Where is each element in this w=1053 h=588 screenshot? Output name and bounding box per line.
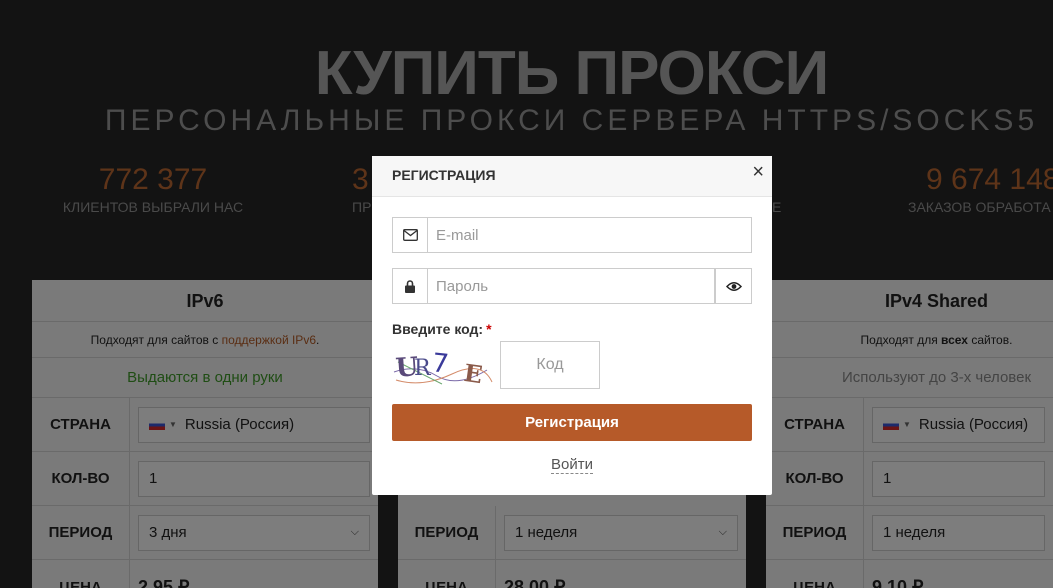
- period-value: 1 неделя: [883, 524, 946, 541]
- stat-label: ЗАКАЗОВ ОБРАБОТА: [908, 199, 1051, 215]
- price-row: ЦЕНА 28.00 ₽: [398, 560, 746, 588]
- login-link-wrap: Войти: [372, 456, 772, 474]
- captcha-code-input[interactable]: [500, 341, 600, 389]
- captcha-label-text: Введите код:: [392, 321, 484, 337]
- period-select[interactable]: 3 дня ⌵: [138, 514, 370, 551]
- eye-icon[interactable]: [715, 268, 752, 304]
- desc-text: Подходят для: [860, 333, 942, 347]
- email-input-group: [392, 217, 752, 253]
- price-label: ЦЕНА: [766, 560, 864, 588]
- stat-label: ПР: [352, 199, 372, 215]
- price-value: 28.00 ₽: [504, 576, 566, 588]
- country-row: СТРАНА ▼ Russia (Россия): [32, 398, 378, 452]
- captcha-image: U R 7 E: [392, 342, 494, 390]
- stat-label: КЛИЕНТОВ ВЫБРАЛИ НАС: [62, 199, 244, 215]
- product-card-ipv4-shared: IPv4 Shared Подходят для всех сайтов. Ис…: [766, 280, 1053, 588]
- hero-subtitle: ПЕРСОНАЛЬНЫЕ ПРОКСИ СЕРВЕРА HTTPS/SOCKS5: [104, 104, 1039, 137]
- caret-down-icon: ▼: [169, 420, 177, 429]
- period-select[interactable]: 1 неделя: [872, 514, 1045, 551]
- price-row: ЦЕНА 9.10 ₽: [766, 560, 1053, 588]
- quantity-label: КОЛ-ВО: [32, 452, 130, 505]
- period-value: 3 дня: [149, 524, 187, 541]
- stat-label: Е: [772, 199, 782, 215]
- country-select[interactable]: ▼ Russia (Россия): [138, 406, 370, 443]
- card-title: IPv6: [32, 280, 378, 322]
- desc-text: .: [316, 333, 320, 347]
- country-select[interactable]: ▼ Russia (Россия): [872, 406, 1045, 443]
- register-button[interactable]: Регистрация: [392, 404, 752, 441]
- captcha-label: Введите код: *: [392, 321, 492, 337]
- russia-flag-icon: [149, 419, 165, 430]
- desc-text: Подходят для сайтов с: [90, 333, 222, 347]
- ipv6-support-link[interactable]: поддержкой IPv6: [222, 333, 316, 347]
- price-label: ЦЕНА: [398, 560, 496, 588]
- stat-orders: 9 674 148 ЗАКАЗОВ ОБРАБОТА: [908, 163, 1053, 215]
- hero-title: КУПИТЬ ПРОКСИ: [314, 39, 829, 108]
- lock-icon: [392, 268, 428, 304]
- required-marker: *: [486, 321, 492, 337]
- quantity-input[interactable]: 1: [138, 460, 370, 497]
- period-row: ПЕРИОД 1 неделя ⌵: [398, 506, 746, 560]
- stat-hidden: Е: [772, 163, 781, 215]
- password-field[interactable]: [428, 268, 715, 304]
- stat-proxies: 3 ПР: [352, 163, 371, 215]
- modal-header: РЕГИСТРАЦИЯ ×: [372, 156, 772, 197]
- country-label: СТРАНА: [766, 398, 864, 451]
- period-row: ПЕРИОД 1 неделя: [766, 506, 1053, 560]
- price-value: 9.10 ₽: [872, 576, 924, 588]
- country-value: Russia (Россия): [184, 416, 295, 433]
- envelope-icon: [392, 217, 428, 253]
- card-description: Подходят для сайтов с поддержкой IPv6.: [32, 322, 378, 358]
- quantity-label: КОЛ-ВО: [766, 452, 864, 505]
- password-input-group: [392, 268, 752, 304]
- card-description: Подходят для всех сайтов.: [766, 322, 1053, 358]
- stat-value: [772, 163, 781, 197]
- desc-text: сайтов.: [967, 333, 1013, 347]
- chevron-down-icon: ⌵: [350, 526, 359, 538]
- modal-title: РЕГИСТРАЦИЯ: [392, 167, 496, 183]
- svg-text:7: 7: [430, 348, 450, 380]
- quantity-row: КОЛ-ВО 1: [32, 452, 378, 506]
- product-card-ipv6: IPv6 Подходят для сайтов с поддержкой IP…: [32, 280, 378, 588]
- stat-clients: 772 377 КЛИЕНТОВ ВЫБРАЛИ НАС: [58, 163, 248, 215]
- desc-bold: всех: [941, 333, 968, 347]
- period-label: ПЕРИОД: [766, 506, 864, 559]
- svg-text:R: R: [414, 356, 432, 381]
- chevron-down-icon: ⌵: [718, 526, 727, 538]
- registration-modal: РЕГИСТРАЦИЯ × Введите код:* U R 7 E Рег: [372, 156, 772, 495]
- period-select[interactable]: 1 неделя ⌵: [504, 514, 738, 551]
- russia-flag-icon: [883, 419, 899, 430]
- period-value: 1 неделя: [515, 524, 578, 541]
- stat-value: 3: [352, 163, 369, 196]
- close-icon[interactable]: ×: [752, 160, 764, 184]
- stat-value: 772 377: [98, 163, 208, 196]
- card-title: IPv4 Shared: [766, 280, 1053, 322]
- country-value: Russia (Россия): [918, 416, 1029, 433]
- country-row: СТРАНА ▼ Russia (Россия): [766, 398, 1053, 452]
- card-note: Используют до 3-х человек: [766, 358, 1053, 398]
- price-label: ЦЕНА: [32, 560, 130, 588]
- price-row: ЦЕНА 2.95 ₽: [32, 560, 378, 588]
- login-link[interactable]: Войти: [551, 456, 593, 474]
- stat-value: 9 674 148: [926, 163, 1053, 196]
- period-row: ПЕРИОД 3 дня ⌵: [32, 506, 378, 560]
- quantity-input[interactable]: 1: [872, 460, 1045, 497]
- price-value: 2.95 ₽: [138, 576, 190, 588]
- quantity-row: КОЛ-ВО 1: [766, 452, 1053, 506]
- period-label: ПЕРИОД: [398, 506, 496, 559]
- card-note: Выдаются в одни руки: [32, 358, 378, 398]
- caret-down-icon: ▼: [903, 420, 911, 429]
- email-field[interactable]: [428, 217, 752, 253]
- country-label: СТРАНА: [32, 398, 130, 451]
- period-label: ПЕРИОД: [32, 506, 130, 559]
